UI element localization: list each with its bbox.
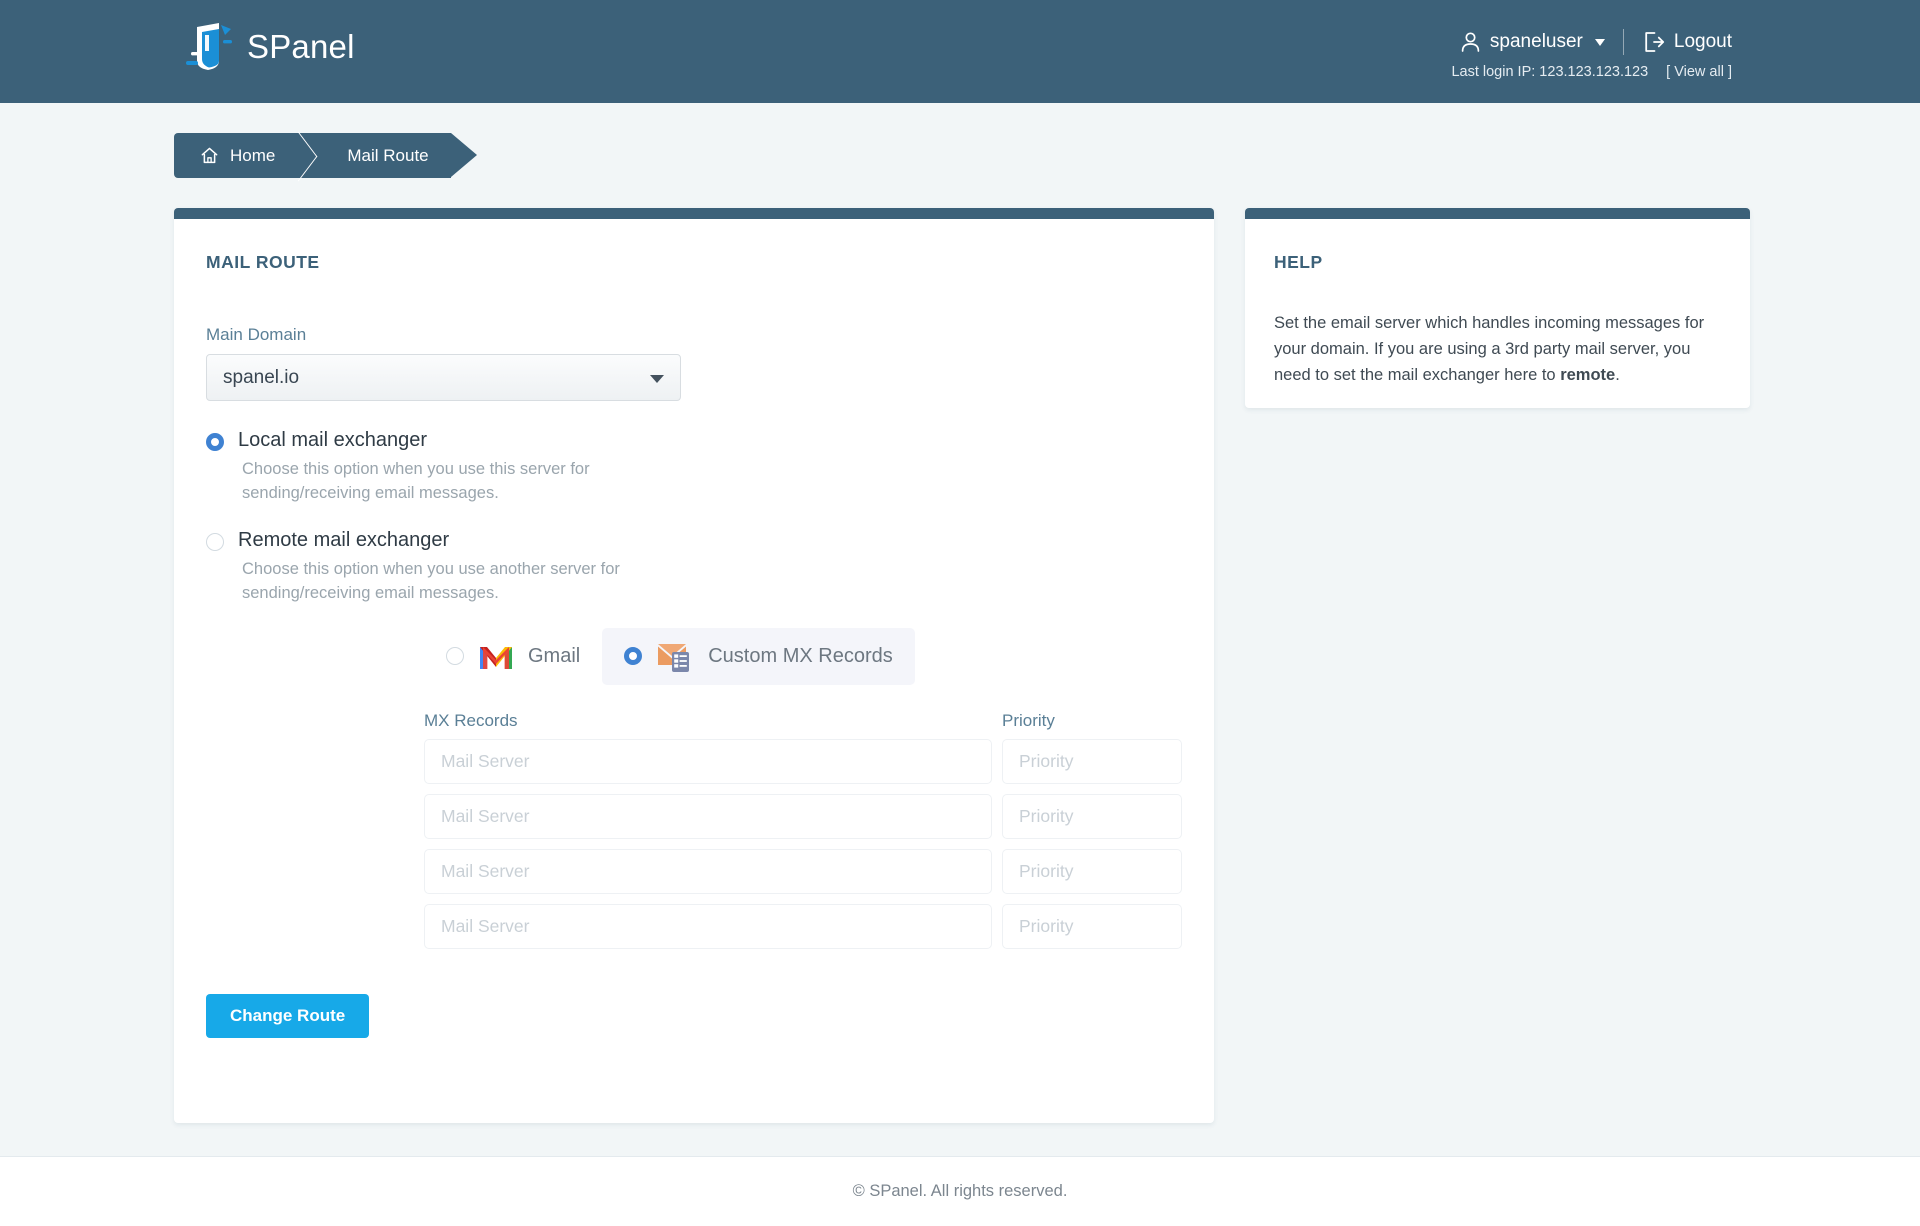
radio-provider-gmail[interactable]	[446, 647, 464, 666]
breadcrumb-home-label: Home	[230, 145, 276, 165]
mx-records-column-label: MX Records	[424, 710, 518, 730]
option-remote-texts: Remote mail exchanger	[238, 528, 449, 552]
custom-mx-icon	[658, 644, 690, 673]
mail-server-input[interactable]	[424, 793, 992, 839]
help-text-strong: remote	[1560, 365, 1616, 384]
mx-table-header: MX Records Priority	[424, 711, 1214, 731]
help-title: HELP	[1274, 252, 1323, 272]
home-icon	[201, 147, 218, 164]
app-footer: © SPanel. All rights reserved.	[0, 1157, 1920, 1226]
option-remote-title: Remote mail exchanger	[238, 528, 450, 551]
priority-input[interactable]	[1002, 903, 1182, 949]
main-domain-select-wrap: spanel.io	[206, 354, 681, 401]
mail-server-input[interactable]	[424, 738, 992, 784]
user-name-label: spaneluser	[1489, 31, 1583, 52]
option-local-description: Choose this option when you use this ser…	[242, 460, 590, 502]
provider-custom-mx-label: Custom MX Records	[708, 644, 893, 667]
chevron-down-icon	[1594, 38, 1605, 46]
mx-row	[424, 793, 1214, 839]
breadcrumb: Home Mail Route	[174, 133, 477, 178]
help-accent-bar	[1245, 208, 1750, 219]
app-page: SPanel spaneluser Logout Last login IP: …	[0, 0, 1920, 1226]
priority-column-label: Priority	[1002, 710, 1055, 730]
help-body: Set the email server which handles incom…	[1274, 311, 1719, 389]
header-account-row: spaneluser Logout	[1451, 28, 1732, 56]
header-login-info: Last login IP: 123.123.123.123 [ View al…	[1451, 64, 1732, 80]
radio-local-mail-exchanger[interactable]	[206, 433, 224, 451]
help-panel: HELP Set the email server which handles …	[1245, 208, 1750, 408]
copyright-text: © SPanel. All rights reserved.	[852, 1182, 1068, 1200]
priority-input[interactable]	[1002, 738, 1182, 784]
breadcrumb-separator	[297, 133, 324, 178]
radio-remote-mail-exchanger[interactable]	[206, 532, 224, 551]
breadcrumb-item-current: Mail Route	[323, 133, 451, 178]
mx-row	[424, 848, 1214, 894]
mail-route-panel: MAIL ROUTE Main Domain spanel.io Local m…	[174, 208, 1214, 1123]
provider-option-gmail[interactable]: Gmail	[424, 628, 602, 685]
radio-provider-custom-mx[interactable]	[624, 647, 643, 666]
provider-option-custom-mx[interactable]: Custom MX Records	[602, 627, 915, 685]
help-text-part1: Set the email server which handles incom…	[1274, 314, 1705, 384]
provider-chooser: Gmail Custom MX Records	[424, 627, 1214, 685]
logout-icon	[1645, 32, 1664, 52]
mx-table-rows	[424, 738, 1214, 949]
option-remote-description: Choose this option when you use another …	[242, 559, 620, 602]
view-all-link[interactable]: [ View all ]	[1666, 64, 1732, 80]
logout-button[interactable]: Logout	[1624, 31, 1732, 53]
breadcrumb-current-label: Mail Route	[347, 145, 429, 165]
breadcrumb-tail	[450, 133, 477, 177]
brand-name: SPanel	[247, 27, 355, 65]
logout-label: Logout	[1673, 31, 1732, 52]
panel-accent-bar	[174, 208, 1214, 219]
option-local-title: Local mail exchanger	[238, 429, 427, 451]
user-menu-button[interactable]: spaneluser	[1460, 31, 1623, 53]
help-text-part2: .	[1615, 365, 1620, 384]
priority-input[interactable]	[1002, 848, 1182, 894]
last-login-ip: Last login IP: 123.123.123.123	[1451, 64, 1649, 80]
option-remote-mail-exchanger[interactable]: Remote mail exchanger	[206, 528, 1214, 552]
option-local-texts: Local mail exchanger	[238, 428, 427, 452]
change-route-button[interactable]: Change Route	[206, 993, 370, 1038]
main-domain-label: Main Domain	[206, 325, 307, 344]
main-domain-select[interactable]: spanel.io	[206, 354, 681, 401]
provider-gmail-label: Gmail	[528, 644, 581, 667]
mx-row	[424, 738, 1214, 784]
priority-input[interactable]	[1002, 793, 1182, 839]
header-right: spaneluser Logout Last login IP: 123.123…	[1451, 28, 1732, 80]
mx-row	[424, 903, 1214, 949]
spanel-logo-icon	[186, 23, 232, 70]
option-local-mail-exchanger[interactable]: Local mail exchanger	[206, 428, 1214, 452]
page-title: MAIL ROUTE	[206, 252, 320, 272]
brand-logo[interactable]: SPanel	[185, 21, 355, 71]
gmail-icon	[480, 647, 512, 670]
app-header: SPanel spaneluser Logout Last login IP: …	[0, 0, 1920, 103]
user-icon	[1461, 32, 1480, 52]
mail-server-input[interactable]	[424, 903, 992, 949]
mail-server-input[interactable]	[424, 848, 992, 894]
